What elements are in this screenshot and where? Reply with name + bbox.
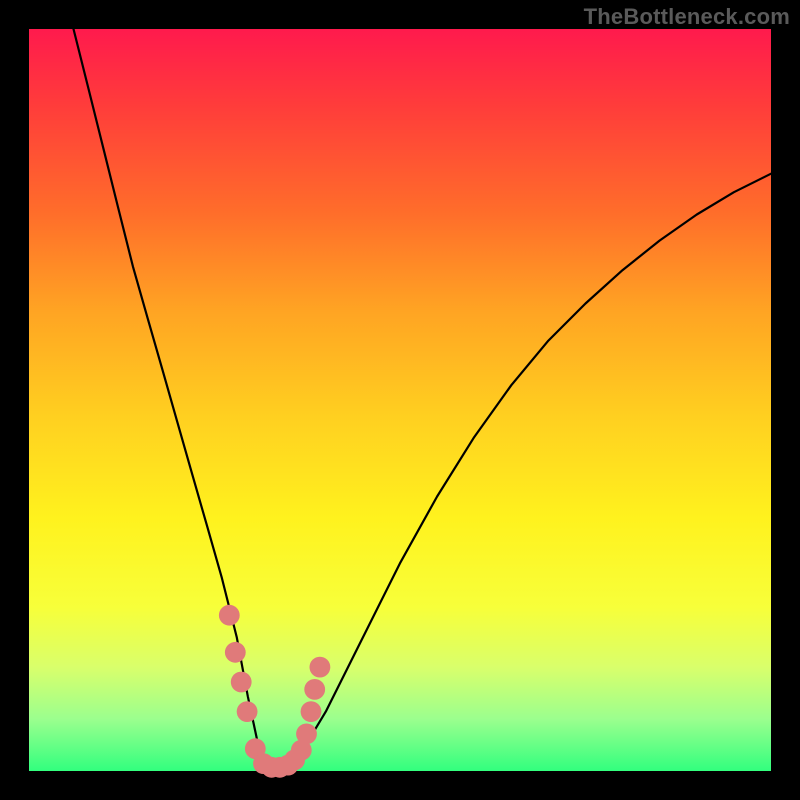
marker-dot [310,657,331,678]
marker-dot [301,701,322,722]
plot-area [29,29,771,771]
bottleneck-curve [74,29,772,771]
marker-dot [219,605,240,626]
chart-frame: TheBottleneck.com [0,0,800,800]
marker-dot [304,679,325,700]
marker-dot [231,672,252,693]
marker-dot [296,724,317,745]
watermark-text: TheBottleneck.com [584,4,790,30]
marker-dot [237,701,258,722]
chart-svg [29,29,771,771]
marker-dot [225,642,246,663]
